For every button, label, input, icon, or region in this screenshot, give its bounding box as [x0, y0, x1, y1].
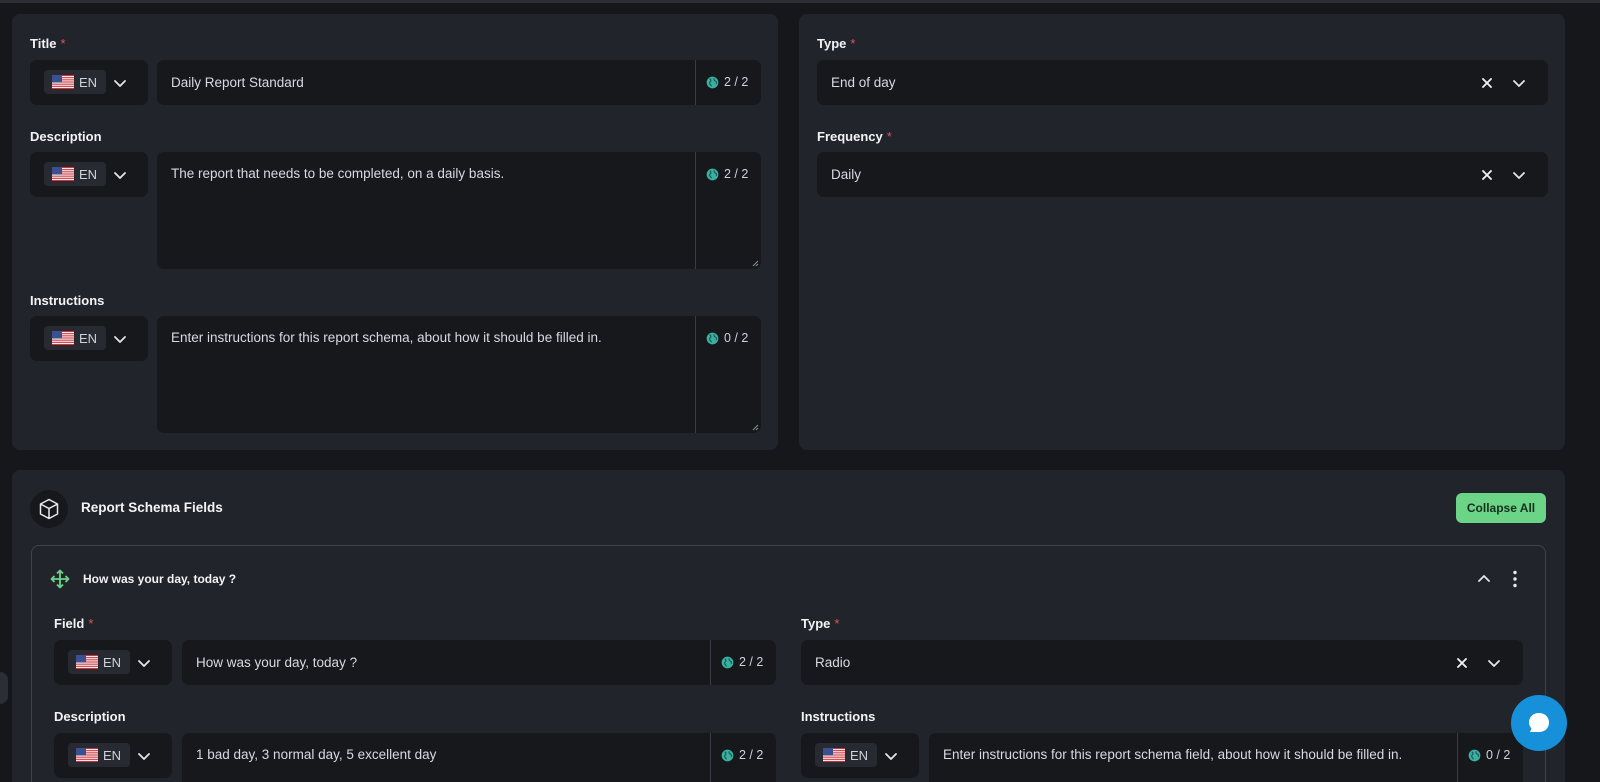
us-flag-icon: [823, 748, 845, 762]
move-icon[interactable]: [50, 569, 70, 589]
globe-icon: [1468, 749, 1481, 762]
field-label: Field *: [54, 616, 94, 631]
us-flag-icon: [52, 331, 74, 345]
globe-icon: [706, 332, 719, 345]
language-chip: EN: [68, 743, 130, 767]
instructions-label: Instructions: [30, 293, 105, 308]
sidebar-toggle-handle[interactable]: [0, 672, 8, 704]
type-label: Type *: [817, 36, 856, 51]
title-input[interactable]: Daily Report Standard 2 / 2: [157, 60, 761, 105]
resize-handle-icon[interactable]: [751, 423, 759, 431]
language-code: EN: [850, 747, 869, 763]
field-instructions-placeholder: Enter instructions for this report schem…: [943, 747, 1403, 762]
translation-counter: 2 / 2: [695, 152, 761, 269]
field-type-value: Radio: [815, 655, 851, 670]
chevron-down-icon: [136, 748, 152, 764]
chevron-down-icon: [112, 75, 128, 91]
description-language-selector[interactable]: EN: [30, 152, 148, 197]
us-flag-icon: [76, 748, 98, 762]
chevron-down-icon[interactable]: [1486, 655, 1502, 671]
language-chip: EN: [815, 743, 877, 767]
field-input[interactable]: How was your day, today ? 2 / 2: [182, 640, 776, 685]
language-chip: EN: [44, 326, 106, 350]
instructions-textarea[interactable]: Enter instructions for this report schem…: [157, 316, 761, 433]
counter-text: 0 / 2: [1486, 748, 1511, 762]
us-flag-icon: [76, 655, 98, 669]
description-textarea[interactable]: The report that needs to be completed, o…: [157, 152, 761, 269]
title-value: Daily Report Standard: [171, 75, 304, 90]
counter-text: 2 / 2: [724, 167, 749, 181]
clear-icon[interactable]: [1456, 657, 1468, 669]
translation-counter: 2 / 2: [710, 733, 776, 782]
chevron-down-icon: [136, 655, 152, 671]
field-instructions-language-selector[interactable]: EN: [801, 733, 919, 778]
chevron-up-icon[interactable]: [1476, 571, 1492, 587]
language-chip: EN: [44, 70, 106, 94]
language-code: EN: [103, 747, 122, 763]
more-vertical-icon[interactable]: [1506, 569, 1524, 589]
language-code: EN: [79, 330, 98, 346]
field-type-select[interactable]: Radio: [801, 640, 1523, 685]
top-bar: [0, 0, 1600, 3]
field-value: How was your day, today ?: [196, 655, 358, 670]
counter-text: 2 / 2: [724, 75, 749, 89]
globe-icon: [721, 656, 734, 669]
us-flag-icon: [52, 167, 74, 181]
type-value: End of day: [831, 75, 896, 90]
translation-counter: 2 / 2: [695, 60, 761, 105]
resize-handle-icon[interactable]: [751, 259, 759, 267]
frequency-value: Daily: [831, 167, 862, 182]
chevron-down-icon[interactable]: [1511, 75, 1527, 91]
instructions-placeholder: Enter instructions for this report schem…: [171, 330, 602, 345]
language-code: EN: [79, 74, 98, 90]
chevron-down-icon: [112, 167, 128, 183]
field-type-label: Type *: [801, 616, 840, 631]
chat-button[interactable]: [1511, 695, 1567, 751]
globe-icon: [706, 76, 719, 89]
chevron-down-icon: [112, 331, 128, 347]
section-icon: [30, 490, 68, 528]
language-code: EN: [79, 166, 98, 182]
instructions-language-selector[interactable]: EN: [30, 316, 148, 361]
counter-text: 2 / 2: [739, 655, 764, 669]
field-description-label: Description: [54, 709, 126, 724]
collapse-all-button[interactable]: Collapse All: [1456, 493, 1546, 523]
chevron-down-icon: [883, 748, 899, 764]
globe-icon: [721, 749, 734, 762]
field-description-textarea[interactable]: 1 bad day, 3 normal day, 5 excellent day…: [182, 733, 776, 782]
counter-text: 2 / 2: [739, 748, 764, 762]
chat-icon: [1529, 713, 1549, 732]
type-select[interactable]: End of day: [817, 60, 1548, 105]
language-chip: EN: [68, 650, 130, 674]
frequency-label: Frequency *: [817, 129, 892, 144]
title-language-selector[interactable]: EN: [30, 60, 148, 105]
field-instructions-textarea[interactable]: Enter instructions for this report schem…: [929, 733, 1523, 782]
description-value: The report that needs to be completed, o…: [171, 166, 505, 181]
language-chip: EN: [44, 162, 106, 186]
field-item-title: How was your day, today ?: [83, 572, 237, 586]
translation-counter: 2 / 2: [710, 640, 776, 685]
chevron-down-icon[interactable]: [1511, 167, 1527, 183]
language-code: EN: [103, 654, 122, 670]
us-flag-icon: [52, 75, 74, 89]
cube-icon: [39, 498, 59, 520]
globe-icon: [706, 168, 719, 181]
field-description-language-selector[interactable]: EN: [54, 733, 172, 778]
counter-text: 0 / 2: [724, 331, 749, 345]
field-language-selector[interactable]: EN: [54, 640, 172, 685]
title-label: Title *: [30, 36, 66, 51]
description-label: Description: [30, 129, 102, 144]
field-description-value: 1 bad day, 3 normal day, 5 excellent day: [196, 747, 437, 762]
field-instructions-label: Instructions: [801, 709, 876, 724]
translation-counter: 0 / 2: [1457, 733, 1523, 782]
frequency-select[interactable]: Daily: [817, 152, 1548, 197]
section-title: Report Schema Fields: [81, 500, 223, 515]
translation-counter: 0 / 2: [695, 316, 761, 433]
clear-icon[interactable]: [1481, 77, 1493, 89]
clear-icon[interactable]: [1481, 169, 1493, 181]
